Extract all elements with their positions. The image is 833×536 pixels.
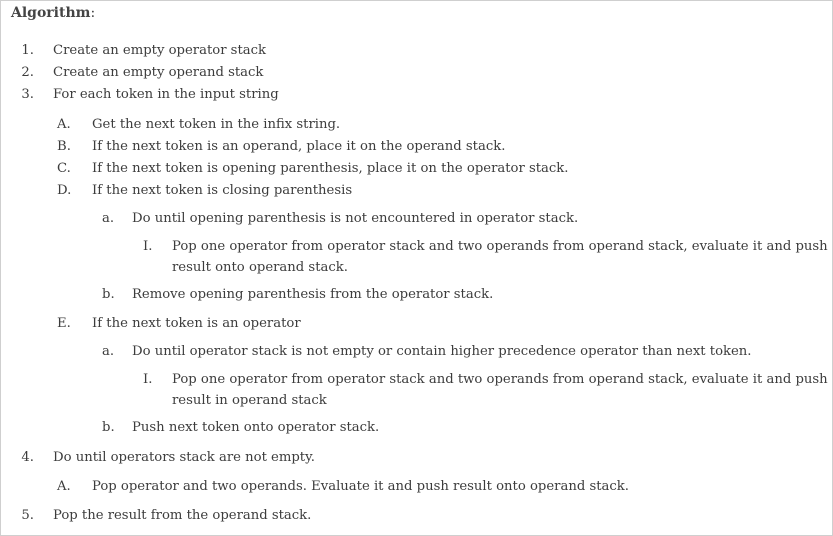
list-marker: C. [57,161,71,176]
list-marker: E. [57,316,71,331]
list-text: Do until opening parenthesis is not enco… [132,211,579,226]
heading-colon: : [90,5,96,21]
list-marker: a. [102,211,115,226]
list-text: Do until operator stack is not empty or … [132,344,752,359]
heading-text: Algorithm [11,5,91,21]
list-text: Pop operator and two operands. Evaluate … [92,479,629,494]
list-text: Create an empty operator stack [53,43,266,58]
list-text: If the next token is an operator [92,316,301,331]
algorithm-panel: Algorithm: 1. Create an empty operator s… [0,0,833,536]
list-text: Pop one operator from operator stack and… [172,239,828,275]
list-marker: b. [102,287,115,302]
list-text: Do until operators stack are not empty. [53,450,315,465]
list-marker: a. [102,344,115,359]
list-marker: 5. [21,508,34,523]
list-marker: A. [57,479,71,494]
list-text: Remove opening parenthesis from the oper… [132,287,494,302]
list-text: For each token in the input string [53,87,279,102]
list-marker: 3. [21,87,34,102]
list-text: Pop the result from the operand stack. [53,508,312,523]
list-text: Create an empty operand stack [53,65,264,80]
list-marker: I. [143,239,153,254]
list-text: Pop one operator from operator stack and… [172,372,828,408]
list-text: If the next token is an operand, place i… [92,139,506,154]
list-text: Push next token onto operator stack. [132,420,380,435]
list-text: Get the next token in the infix string. [92,117,341,132]
list-marker: 1. [21,43,34,58]
list-marker: 2. [21,65,34,80]
list-marker: D. [57,183,72,198]
list-text: If the next token is closing parenthesis [92,183,353,198]
list-marker: b. [102,420,115,435]
list-marker: I. [143,372,153,387]
list-marker: B. [57,139,71,154]
list-text: If the next token is opening parenthesis… [92,161,569,176]
list-marker: 4. [21,450,34,465]
algorithm-heading: Algorithm: [11,5,95,21]
list-marker: A. [57,117,71,132]
